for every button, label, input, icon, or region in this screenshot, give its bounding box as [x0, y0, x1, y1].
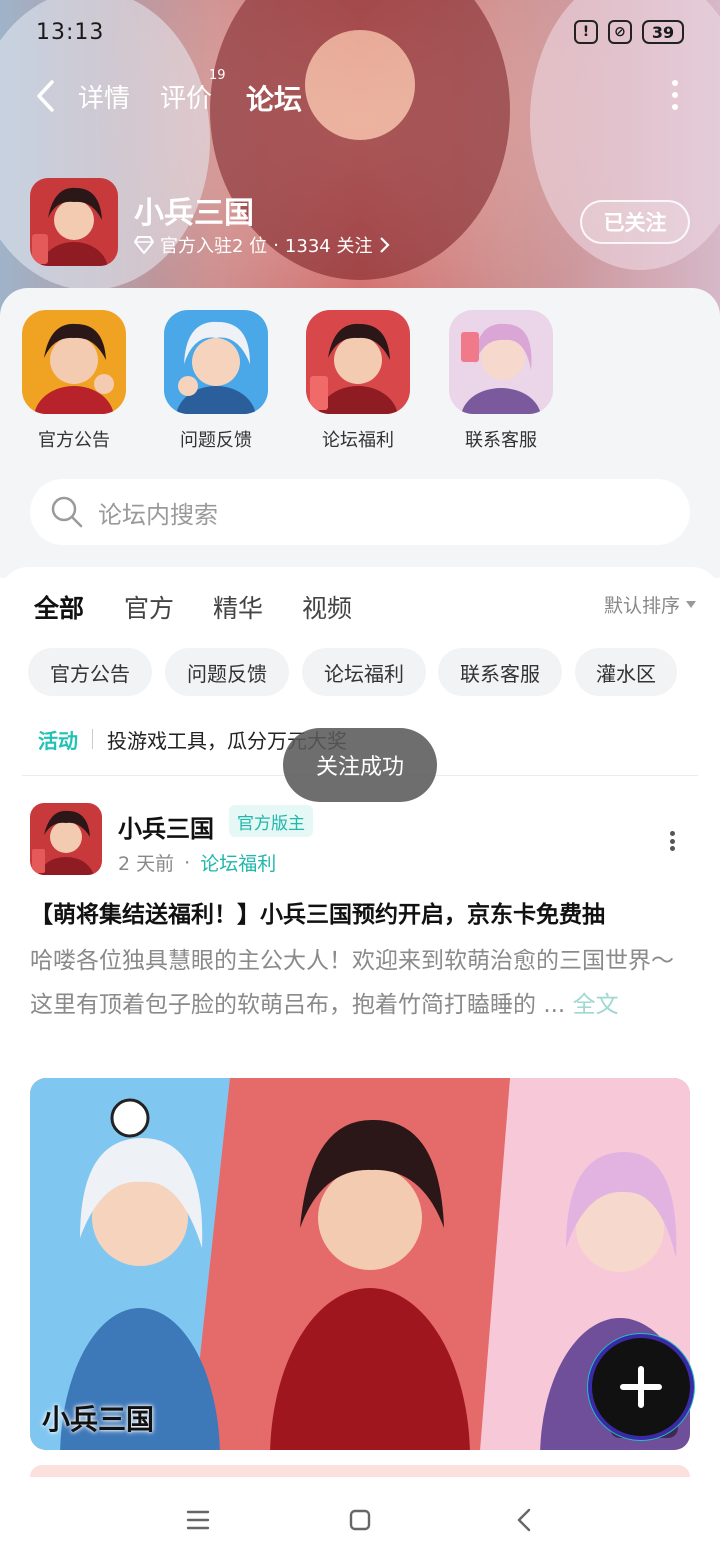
- back-triangle-icon[interactable]: [504, 1502, 544, 1538]
- chip-welfare[interactable]: 论坛福利: [302, 648, 426, 696]
- feed-tab-official[interactable]: 官方: [124, 589, 174, 625]
- alert-icon: !: [574, 20, 598, 44]
- tab-forum[interactable]: 论坛: [246, 78, 302, 120]
- feed-tabs: 全部 官方 精华 视频: [34, 589, 694, 633]
- moderator-badge: 官方版主: [229, 805, 313, 837]
- chevron-left-icon: [37, 80, 54, 112]
- status-bar: 13:13 ! ⊘ 39: [0, 0, 720, 64]
- home-square-icon[interactable]: [340, 1502, 380, 1538]
- caret-down-icon: [686, 600, 696, 608]
- official-count: 官方入驻2 位: [160, 236, 268, 257]
- ellipsis: ...: [543, 992, 566, 1018]
- followers-count: 1334 关注: [284, 236, 373, 257]
- game-name: 小兵三国: [134, 196, 254, 231]
- quick-link-label: 联系客服: [465, 430, 537, 451]
- post-title[interactable]: 【萌将集结送福利！】小兵三国预约开启，京东卡免费抽: [30, 895, 690, 929]
- quick-link-welfare[interactable]: 论坛福利: [298, 310, 418, 452]
- quick-link-label: 问题反馈: [180, 430, 252, 451]
- create-post-button[interactable]: [592, 1338, 690, 1436]
- full-text-link[interactable]: 全文: [573, 992, 619, 1018]
- support-icon: [449, 310, 553, 414]
- meta-separator: ·: [184, 851, 191, 874]
- status-time: 13:13: [36, 19, 105, 45]
- plus-icon: [620, 1366, 662, 1408]
- chip-support[interactable]: 联系客服: [438, 648, 562, 696]
- activity-separator: [92, 729, 93, 749]
- back-button[interactable]: [30, 78, 60, 114]
- chip-chat[interactable]: 灌水区: [575, 648, 677, 696]
- post-body-line-2: 这里有顶着包子脸的软萌吕布，抱着竹简打瞌睡的 ... 全文: [30, 992, 619, 1018]
- welfare-icon: [306, 310, 410, 414]
- chevron-right-icon: [380, 237, 391, 253]
- forum-search-box[interactable]: 论坛内搜索: [30, 479, 690, 545]
- chip-feedback[interactable]: 问题反馈: [165, 648, 289, 696]
- feed-tab-video[interactable]: 视频: [302, 589, 352, 625]
- game-icon[interactable]: [30, 178, 118, 266]
- post-time: 2 天前: [118, 853, 175, 875]
- tab-details[interactable]: 详情: [78, 78, 130, 115]
- follow-button[interactable]: 已关注: [580, 200, 690, 244]
- quick-link-label: 官方公告: [38, 430, 110, 451]
- post-excerpt[interactable]: 哈喽各位独具慧眼的主公大人！欢迎来到软萌治愈的三国世界～ 这里有顶着包子脸的软萌…: [30, 939, 690, 1027]
- system-navigation-bar: [0, 1478, 720, 1560]
- post-author[interactable]: 小兵三国: [118, 809, 214, 844]
- quick-links: 官方公告 问题反馈 论坛福利 联系客服: [0, 310, 720, 452]
- more-vertical-icon[interactable]: [670, 80, 680, 110]
- follow-success-toast: 关注成功: [283, 728, 437, 802]
- post-image[interactable]: 小兵三国 2: [30, 1078, 690, 1450]
- avatar[interactable]: [30, 803, 102, 875]
- sort-dropdown[interactable]: 默认排序: [604, 591, 696, 618]
- feedback-icon: [164, 310, 268, 414]
- forum-feed: 全部 官方 精华 视频 默认排序 官方公告 问题反馈 论坛福利 联系客服 灌水区…: [0, 567, 720, 1477]
- battery-icon: 39: [642, 20, 684, 44]
- post-body-line: 哈喽各位独具慧眼的主公大人！欢迎来到软萌治愈的三国世界～: [30, 948, 674, 974]
- no-disturb-icon: ⊘: [608, 20, 632, 44]
- forum-quick-panel: 官方公告 问题反馈 论坛福利 联系客服 论坛内搜索: [0, 288, 720, 578]
- tab-reviews[interactable]: 评价: [160, 78, 212, 115]
- menu-icon[interactable]: [178, 1502, 218, 1538]
- feed-tab-all[interactable]: 全部: [34, 589, 85, 631]
- category-chips: 官方公告 问题反馈 论坛福利 联系客服 灌水区: [28, 648, 698, 696]
- sort-label: 默认排序: [603, 595, 680, 617]
- feed-tab-featured[interactable]: 精华: [213, 589, 263, 625]
- quick-link-support[interactable]: 联系客服: [441, 310, 561, 452]
- search-placeholder: 论坛内搜索: [98, 500, 218, 529]
- top-nav: 详情 评价 19 论坛: [0, 68, 720, 124]
- reviews-count-badge: 19: [209, 68, 226, 83]
- quick-link-announcement[interactable]: 官方公告: [14, 310, 134, 452]
- diamond-icon: [134, 236, 154, 254]
- meta-separator: ·: [273, 234, 279, 256]
- chip-announcement[interactable]: 官方公告: [28, 648, 152, 696]
- activity-tag: 活动: [38, 728, 78, 753]
- post-meta: 2 天前 · 论坛福利: [118, 849, 276, 876]
- more-vertical-icon[interactable]: [668, 831, 676, 851]
- game-meta[interactable]: 官方入驻2 位 · 1334 关注: [134, 232, 391, 258]
- quick-link-feedback[interactable]: 问题反馈: [156, 310, 276, 452]
- next-post-card[interactable]: [30, 1465, 690, 1477]
- announcement-icon: [22, 310, 126, 414]
- quick-link-label: 论坛福利: [322, 430, 394, 451]
- forum-header-banner: 13:13 ! ⊘ 39 详情 评价 19 论坛 小兵三国 官方入驻2 位 · …: [0, 0, 720, 330]
- image-logo-text: 小兵三国: [42, 1403, 155, 1436]
- game-header: 小兵三国 官方入驻2 位 · 1334 关注 已关注: [30, 178, 690, 268]
- post-category[interactable]: 论坛福利: [200, 849, 276, 876]
- search-icon: [51, 496, 83, 528]
